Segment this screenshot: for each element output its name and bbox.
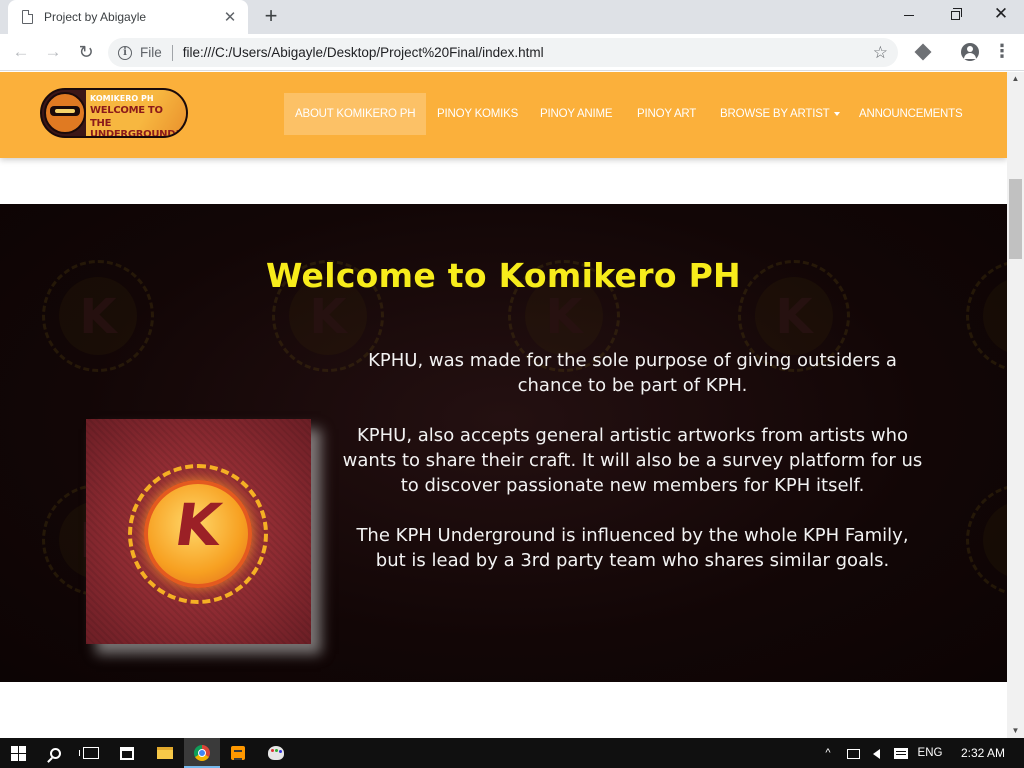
search-icon xyxy=(49,747,61,759)
clock[interactable]: 2:32 AM xyxy=(954,738,1012,768)
nav-about[interactable]: About Komikero PH xyxy=(284,93,427,135)
site-navbar: KOMIKERO PH WELCOME TO THE UNDERGROUND! … xyxy=(0,72,1007,158)
chrome-taskbar-button[interactable] xyxy=(184,738,220,768)
document-icon xyxy=(22,10,33,24)
restore-icon xyxy=(950,7,962,20)
tray-chevron-icon[interactable]: ^ xyxy=(819,738,837,768)
new-tab-button[interactable]: + xyxy=(258,4,284,30)
hero-description: KPHU, was made for the sole purpose of g… xyxy=(340,348,925,598)
address-bar[interactable]: i File file:///C:/Users/Abigayle/Desktop… xyxy=(108,38,898,67)
info-icon[interactable]: i xyxy=(118,45,132,60)
profile-icon xyxy=(961,43,979,61)
nav-pinoy-anime[interactable]: Pinoy Anime xyxy=(540,93,613,135)
file-explorer-button[interactable] xyxy=(147,738,183,768)
hero-section: K K K K K K K Welcome to Komikero PH K K… xyxy=(0,204,1007,682)
hero-title: Welcome to Komikero PH xyxy=(266,256,741,295)
scroll-down-arrow-icon[interactable]: ▼ xyxy=(1007,724,1024,738)
sublime-text-button[interactable] xyxy=(220,738,256,768)
browser-tab-strip: Project by Abigayle ✕ + ✕ xyxy=(0,0,1024,34)
minimize-icon xyxy=(904,14,914,16)
windows-taskbar: ^ ENG 2:32 AM xyxy=(0,738,1024,768)
task-view-icon xyxy=(79,747,99,760)
nav-browse-label: Browse by Artist xyxy=(720,108,830,120)
scroll-up-arrow-icon[interactable]: ▲ xyxy=(1007,72,1024,86)
input-language[interactable]: ENG xyxy=(914,738,946,768)
profile-button[interactable] xyxy=(958,40,982,64)
volume-icon xyxy=(872,748,880,759)
paint-palette-icon xyxy=(268,746,284,761)
volume-button[interactable] xyxy=(866,738,886,768)
caret-down-icon xyxy=(833,111,840,116)
task-view-button[interactable] xyxy=(73,738,109,768)
taskbar-search-button[interactable] xyxy=(37,738,73,768)
browser-toolbar: ← → ↻ i File file:///C:/Users/Abigayle/D… xyxy=(0,34,1024,71)
scheme-label: File xyxy=(140,45,162,60)
logo-brand-text: KOMIKERO PH xyxy=(90,94,154,103)
forward-button[interactable]: → xyxy=(41,40,65,64)
hero-paragraph-2: KPHU, also accepts general artistic artw… xyxy=(342,425,923,496)
back-button[interactable]: ← xyxy=(9,40,33,64)
paint-button[interactable] xyxy=(258,738,294,768)
coin-letter: K xyxy=(170,491,226,559)
page-viewport: KOMIKERO PH WELCOME TO THE UNDERGROUND! … xyxy=(0,72,1007,738)
tab-close-icon[interactable]: ✕ xyxy=(222,8,238,26)
bookmark-star-icon[interactable]: ☆ xyxy=(873,43,888,63)
site-logo[interactable]: KOMIKERO PH WELCOME TO THE UNDERGROUND! xyxy=(40,88,188,138)
folder-icon xyxy=(157,747,173,760)
extension-icon xyxy=(914,43,932,61)
nav-browse-by-artist[interactable]: Browse by Artist xyxy=(720,93,840,135)
page-scrollbar[interactable]: ▲ ▼ xyxy=(1007,72,1024,738)
tab-title: Project by Abigayle xyxy=(44,10,147,24)
k-coin-image: K xyxy=(86,419,311,644)
nav-pinoy-art[interactable]: Pinoy Art xyxy=(637,93,696,135)
action-center-button[interactable] xyxy=(890,738,912,768)
start-button[interactable] xyxy=(0,738,36,768)
extension-button[interactable] xyxy=(911,40,935,64)
url-text[interactable]: file:///C:/Users/Abigayle/Desktop/Projec… xyxy=(183,45,873,60)
ninja-mascot-icon xyxy=(44,92,86,134)
network-button[interactable] xyxy=(843,738,863,768)
restore-button[interactable] xyxy=(932,0,978,30)
logo-tagline-2: THE UNDERGROUND! xyxy=(90,118,180,138)
hero-paragraph-3: The KPH Underground is influenced by the… xyxy=(356,525,909,571)
scroll-thumb[interactable] xyxy=(1009,179,1022,259)
logo-tagline-1: WELCOME TO xyxy=(90,105,163,116)
hero-paragraph-1: KPHU, was made for the sole purpose of g… xyxy=(368,350,897,396)
windows-logo-icon xyxy=(10,745,26,761)
network-icon xyxy=(846,748,860,759)
window-close-button[interactable]: ✕ xyxy=(978,0,1024,30)
browser-tab[interactable]: Project by Abigayle ✕ xyxy=(8,0,248,34)
chrome-icon xyxy=(194,745,210,762)
store-button[interactable] xyxy=(109,738,145,768)
sublime-text-icon xyxy=(231,746,245,761)
nav-announcements[interactable]: Announcements xyxy=(859,93,963,135)
minimize-button[interactable] xyxy=(886,0,932,30)
omnibox-divider xyxy=(171,44,173,61)
browser-menu-icon[interactable]: ⋮ xyxy=(990,40,1014,64)
nav-pinoy-komiks[interactable]: Pinoy Komiks xyxy=(437,93,518,135)
store-icon xyxy=(120,746,134,760)
reload-button[interactable]: ↻ xyxy=(74,40,98,64)
action-center-icon xyxy=(894,748,908,760)
background-k-emblem-icon: K xyxy=(966,484,1007,596)
